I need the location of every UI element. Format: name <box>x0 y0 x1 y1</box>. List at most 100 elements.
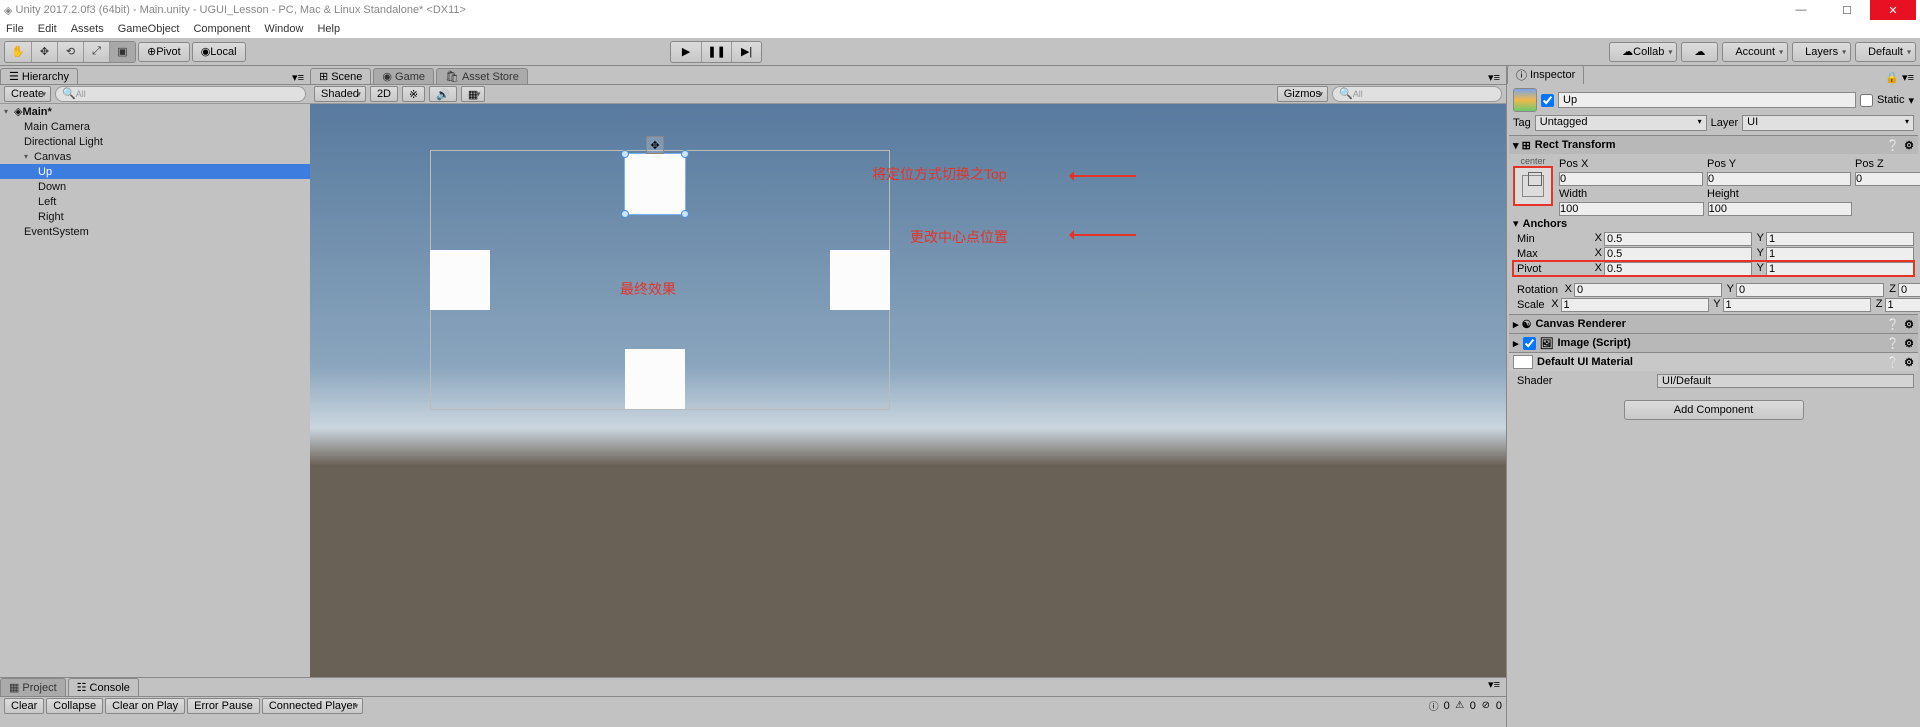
rect-transform-header[interactable]: ▾ ⊞ Rect Transform❔ ⚙ <box>1509 136 1918 154</box>
hierarchy-item-up[interactable]: Up <box>0 164 310 179</box>
anchor-preset-button[interactable] <box>1513 166 1553 206</box>
width-field[interactable] <box>1559 202 1704 216</box>
pivot-x[interactable] <box>1604 262 1752 276</box>
hierarchy-item-main-camera[interactable]: Main Camera <box>0 119 310 134</box>
hierarchy-item-down[interactable]: Down <box>0 179 310 194</box>
rot-x[interactable] <box>1574 283 1722 297</box>
static-caret-icon[interactable]: ▾ <box>1908 94 1914 107</box>
image-left[interactable] <box>430 250 490 310</box>
hierarchy-item-right[interactable]: Right <box>0 209 310 224</box>
image-right[interactable] <box>830 250 890 310</box>
rot-z[interactable] <box>1898 283 1920 297</box>
close-button[interactable]: ✕ <box>1870 0 1916 20</box>
tab-game[interactable]: ◉ Game <box>373 68 434 84</box>
posz-field[interactable] <box>1855 172 1920 186</box>
toggle-audio-icon[interactable]: 🔊 <box>429 86 457 102</box>
menu-assets[interactable]: Assets <box>71 23 104 35</box>
layer-dropdown[interactable]: UI <box>1742 115 1914 131</box>
help-icon[interactable]: ❔ <box>1886 337 1900 350</box>
shader-dropdown[interactable]: UI/Default <box>1657 374 1914 388</box>
toggle-2d[interactable]: 2D <box>370 86 398 102</box>
gear-icon[interactable]: ⚙ <box>1904 337 1914 350</box>
anchors-label[interactable]: Anchors <box>1523 218 1568 230</box>
layers-dropdown[interactable]: Layers <box>1792 42 1851 62</box>
pivot-gizmo-icon[interactable]: ✥ <box>646 136 664 154</box>
tab-project[interactable]: ▦ Project <box>0 678 66 696</box>
step-button[interactable]: ▶| <box>731 42 761 62</box>
toggle-fx-icon[interactable]: ▦ <box>461 86 485 102</box>
pivot-y[interactable] <box>1766 262 1914 276</box>
anchor-max-x[interactable] <box>1604 247 1752 261</box>
rot-y[interactable] <box>1736 283 1884 297</box>
scale-y[interactable] <box>1723 298 1871 312</box>
rect-tool-icon[interactable]: ▣ <box>109 42 135 62</box>
scale-x[interactable] <box>1561 298 1709 312</box>
material-header[interactable]: Default UI Material❔ ⚙ <box>1509 353 1918 371</box>
anchor-min-x[interactable] <box>1604 232 1752 246</box>
layout-dropdown[interactable]: Default <box>1855 42 1916 62</box>
menu-gameobject[interactable]: GameObject <box>118 23 180 35</box>
inspector-lock-icon[interactable]: 🔒 ▾≡ <box>1879 71 1920 84</box>
scene-tab-menu-icon[interactable]: ▾≡ <box>1482 71 1506 84</box>
image-down[interactable] <box>625 349 685 409</box>
menu-component[interactable]: Component <box>193 23 250 35</box>
scene-search[interactable]: 🔍All <box>1332 86 1502 102</box>
scene-viewport[interactable]: ✥ 将定位方式切换之Top 更改中心点位置 最终效果 <box>310 104 1506 727</box>
move-tool-icon[interactable]: ✥ <box>31 42 57 62</box>
posx-field[interactable] <box>1559 172 1703 186</box>
resize-handle[interactable] <box>681 210 689 218</box>
hierarchy-item-directional-light[interactable]: Directional Light <box>0 134 310 149</box>
anchor-max-y[interactable] <box>1766 247 1914 261</box>
collab-dropdown[interactable]: ☁ Collab <box>1609 42 1677 62</box>
tab-menu-icon[interactable]: ▾≡ <box>286 71 310 84</box>
inspector-tab[interactable]: ⓘ Inspector <box>1507 65 1584 84</box>
resize-handle[interactable] <box>621 150 629 158</box>
console-clear[interactable]: Clear <box>4 698 44 714</box>
minimize-button[interactable]: — <box>1778 0 1824 20</box>
help-icon[interactable]: ❔ <box>1886 139 1900 152</box>
help-icon[interactable]: ❔ <box>1886 356 1900 369</box>
gear-icon[interactable]: ⚙ <box>1904 356 1914 369</box>
active-checkbox[interactable] <box>1541 94 1554 107</box>
hierarchy-item-left[interactable]: Left <box>0 194 310 209</box>
anchor-min-y[interactable] <box>1766 232 1914 246</box>
hierarchy-item-canvas[interactable]: ▾Canvas <box>0 149 310 164</box>
tab-console[interactable]: ☷ Console <box>68 678 139 696</box>
pivot-toggle[interactable]: ⊕ Pivot <box>138 42 190 62</box>
console-errorpause[interactable]: Error Pause <box>187 698 260 714</box>
create-dropdown[interactable]: Create <box>4 86 51 102</box>
error-icon[interactable]: ⊘ <box>1480 700 1492 712</box>
canvas-renderer-header[interactable]: ▸ ☯ Canvas Renderer❔ ⚙ <box>1509 315 1918 333</box>
add-component-button[interactable]: Add Component <box>1624 400 1804 420</box>
scale-z[interactable] <box>1885 298 1920 312</box>
warning-icon[interactable]: ⚠ <box>1454 700 1466 712</box>
account-dropdown[interactable]: Account <box>1722 42 1788 62</box>
height-field[interactable] <box>1708 202 1853 216</box>
gear-icon[interactable]: ⚙ <box>1904 318 1914 331</box>
play-button[interactable]: ▶ <box>671 42 701 62</box>
rotate-tool-icon[interactable]: ⟲ <box>57 42 83 62</box>
image-enable-checkbox[interactable] <box>1523 337 1536 350</box>
hierarchy-item-eventsystem[interactable]: EventSystem <box>0 224 310 239</box>
tab-scene[interactable]: ⊞ Scene <box>310 68 371 84</box>
gizmos-dropdown[interactable]: Gizmos <box>1277 86 1328 102</box>
hierarchy-tab[interactable]: ☰ Hierarchy <box>0 68 78 84</box>
console-connected[interactable]: Connected Player <box>262 698 363 714</box>
pause-button[interactable]: ❚❚ <box>701 42 731 62</box>
resize-handle[interactable] <box>621 210 629 218</box>
console-collapse[interactable]: Collapse <box>46 698 103 714</box>
help-icon[interactable]: ❔ <box>1886 318 1900 331</box>
info-icon[interactable]: ⓘ <box>1428 700 1440 712</box>
menu-window[interactable]: Window <box>264 23 303 35</box>
resize-handle[interactable] <box>681 150 689 158</box>
image-header[interactable]: ▸ 🖼 Image (Script)❔ ⚙ <box>1509 334 1918 352</box>
hierarchy-scene-root[interactable]: ▾◈ Main* <box>0 104 310 119</box>
hierarchy-tree[interactable]: ▾◈ Main* Main CameraDirectional Light▾Ca… <box>0 104 310 727</box>
tab-assetstore[interactable]: 🛍 Asset Store <box>436 68 528 84</box>
menu-edit[interactable]: Edit <box>38 23 57 35</box>
shading-dropdown[interactable]: Shaded <box>314 86 366 102</box>
scale-tool-icon[interactable]: ⤢ <box>83 42 109 62</box>
name-field[interactable] <box>1558 92 1856 108</box>
maximize-button[interactable]: ☐ <box>1824 0 1870 20</box>
static-checkbox[interactable] <box>1860 94 1873 107</box>
